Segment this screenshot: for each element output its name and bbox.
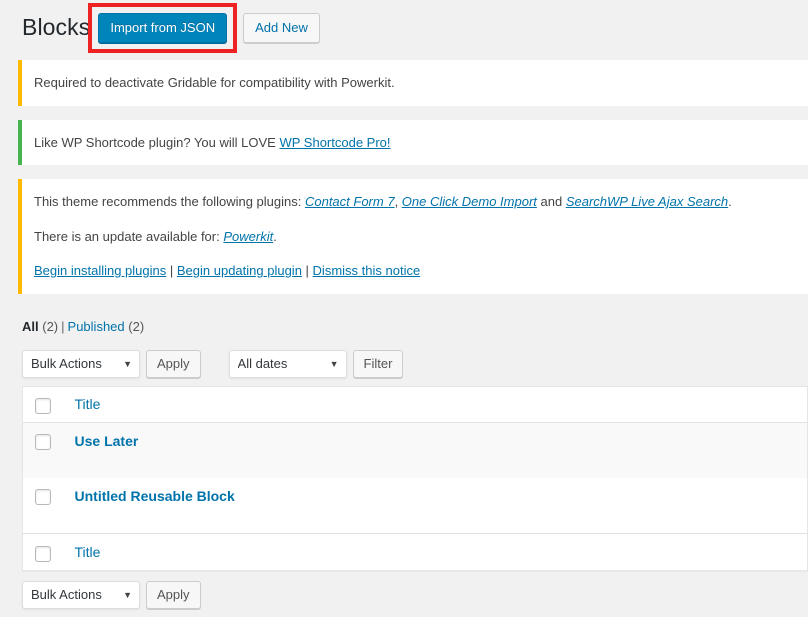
row-select-cell — [23, 478, 65, 534]
date-filter-select[interactable]: All dates — [228, 349, 347, 378]
row-checkbox[interactable] — [35, 434, 51, 451]
table-foot: Title — [22, 533, 808, 571]
import-button-wrapper: Import from JSON — [88, 2, 238, 53]
action-separator: | — [166, 263, 177, 278]
dismiss-this-notice-link[interactable]: Dismiss this notice — [313, 263, 421, 278]
title-column-foot: Title — [64, 533, 808, 571]
separator-and: and — [536, 194, 566, 209]
table-footer-row: Title — [22, 533, 808, 571]
row-title-cell: Untitled Reusable Block — [65, 478, 808, 534]
block-title-link[interactable]: Untitled Reusable Block — [75, 488, 235, 504]
contact-form-7-link[interactable]: Contact Form 7 — [305, 194, 395, 209]
notices-container: Required to deactivate Gridable for comp… — [0, 60, 808, 294]
update-available-line: There is an update available for: Powerk… — [34, 225, 796, 249]
row-title-cell: Use Later — [65, 422, 808, 478]
bulk-actions-select-wrapper-bottom: Bulk Actions ▼ — [22, 580, 146, 609]
notice-wp-shortcode-pro: Like WP Shortcode plugin? You will LOVE … — [18, 119, 808, 165]
notice-actions-line: Begin installing plugins | Begin updatin… — [34, 259, 796, 283]
wp-shortcode-pro-link[interactable]: WP Shortcode Pro! — [279, 135, 390, 150]
page-header: Blocks Import from JSON Add New — [0, 0, 808, 55]
apply-button-top[interactable]: Apply — [146, 349, 201, 378]
row-select-cell — [23, 422, 65, 478]
select-all-column-head — [22, 386, 65, 423]
notice-gridable-deactivate: Required to deactivate Gridable for comp… — [18, 60, 808, 106]
action-separator: | — [301, 263, 313, 278]
table-head: Title — [22, 386, 808, 423]
date-filter-select-wrapper: All dates ▼ — [228, 349, 353, 378]
select-all-checkbox-bottom[interactable] — [35, 545, 51, 562]
title-column-head: Title — [64, 386, 808, 423]
header-actions: Import from JSON Add New — [88, 2, 320, 53]
table-header-row: Title — [22, 386, 808, 423]
searchwp-live-ajax-search-link[interactable]: SearchWP Live Ajax Search — [566, 194, 728, 209]
sort-by-title-link[interactable]: Title — [75, 396, 101, 412]
separator-comma: , — [394, 194, 402, 209]
filter-all-count: (2) — [42, 318, 59, 334]
begin-updating-plugin-link[interactable]: Begin updating plugin — [177, 263, 302, 278]
bulk-actions-select-top[interactable]: Bulk Actions — [22, 349, 140, 378]
bulk-actions-select-bottom[interactable]: Bulk Actions — [22, 580, 140, 609]
table-row: Use Later — [22, 422, 808, 479]
filter-published: Published (2) — [68, 319, 145, 334]
tablenav-top: Bulk Actions ▼ Apply All dates ▼ Filter — [22, 346, 808, 386]
line-period: . — [273, 228, 277, 244]
filter-published-count: (2) — [128, 318, 145, 334]
notice-text: Like WP Shortcode plugin? You will LOVE … — [34, 131, 796, 155]
status-filter-links: All (2) | Published (2) — [22, 314, 808, 340]
one-click-demo-import-link[interactable]: One Click Demo Import — [402, 194, 537, 209]
notice-text: Required to deactivate Gridable for comp… — [34, 75, 395, 90]
block-title-link[interactable]: Use Later — [75, 433, 139, 449]
select-all-checkbox-top[interactable] — [35, 397, 51, 414]
begin-installing-plugins-link[interactable]: Begin installing plugins — [34, 263, 166, 278]
import-from-json-button[interactable]: Import from JSON — [98, 12, 228, 43]
notice-recommended-plugins: This theme recommends the following plug… — [18, 179, 808, 294]
apply-button-bottom[interactable]: Apply — [146, 580, 201, 609]
powerkit-link[interactable]: Powerkit — [223, 229, 273, 244]
page-title: Blocks — [22, 13, 91, 40]
table-body: Use Later Untitled Reusable Block — [22, 422, 808, 534]
line-period: . — [728, 194, 732, 209]
recommend-lead-text: This theme recommends the following plug… — [34, 194, 305, 209]
filter-button[interactable]: Filter — [352, 349, 404, 378]
table-row: Untitled Reusable Block — [23, 478, 808, 534]
tablenav-bottom: Bulk Actions ▼ Apply — [22, 571, 808, 617]
list-table-area: All (2) | Published (2) Bulk Actions ▼ App… — [0, 314, 808, 617]
filter-all: All (2) | — [22, 319, 68, 334]
sort-by-title-link-bottom[interactable]: Title — [75, 544, 101, 560]
notice-lead-text: Like WP Shortcode plugin? You will LOVE — [34, 134, 280, 150]
update-lead-text: There is an update available for: — [34, 228, 224, 244]
bulk-actions-select-wrapper: Bulk Actions ▼ — [22, 349, 146, 378]
filter-all-link[interactable]: All — [22, 319, 39, 334]
blocks-list-table: Title Use Later Untitled Reusable Block — [22, 385, 808, 571]
select-all-column-foot — [22, 533, 65, 571]
add-new-button[interactable]: Add New — [243, 12, 320, 43]
filter-divider: | — [61, 318, 65, 334]
filter-published-link[interactable]: Published — [68, 319, 125, 334]
recommended-plugins-line: This theme recommends the following plug… — [34, 190, 796, 214]
row-checkbox[interactable] — [35, 489, 51, 506]
